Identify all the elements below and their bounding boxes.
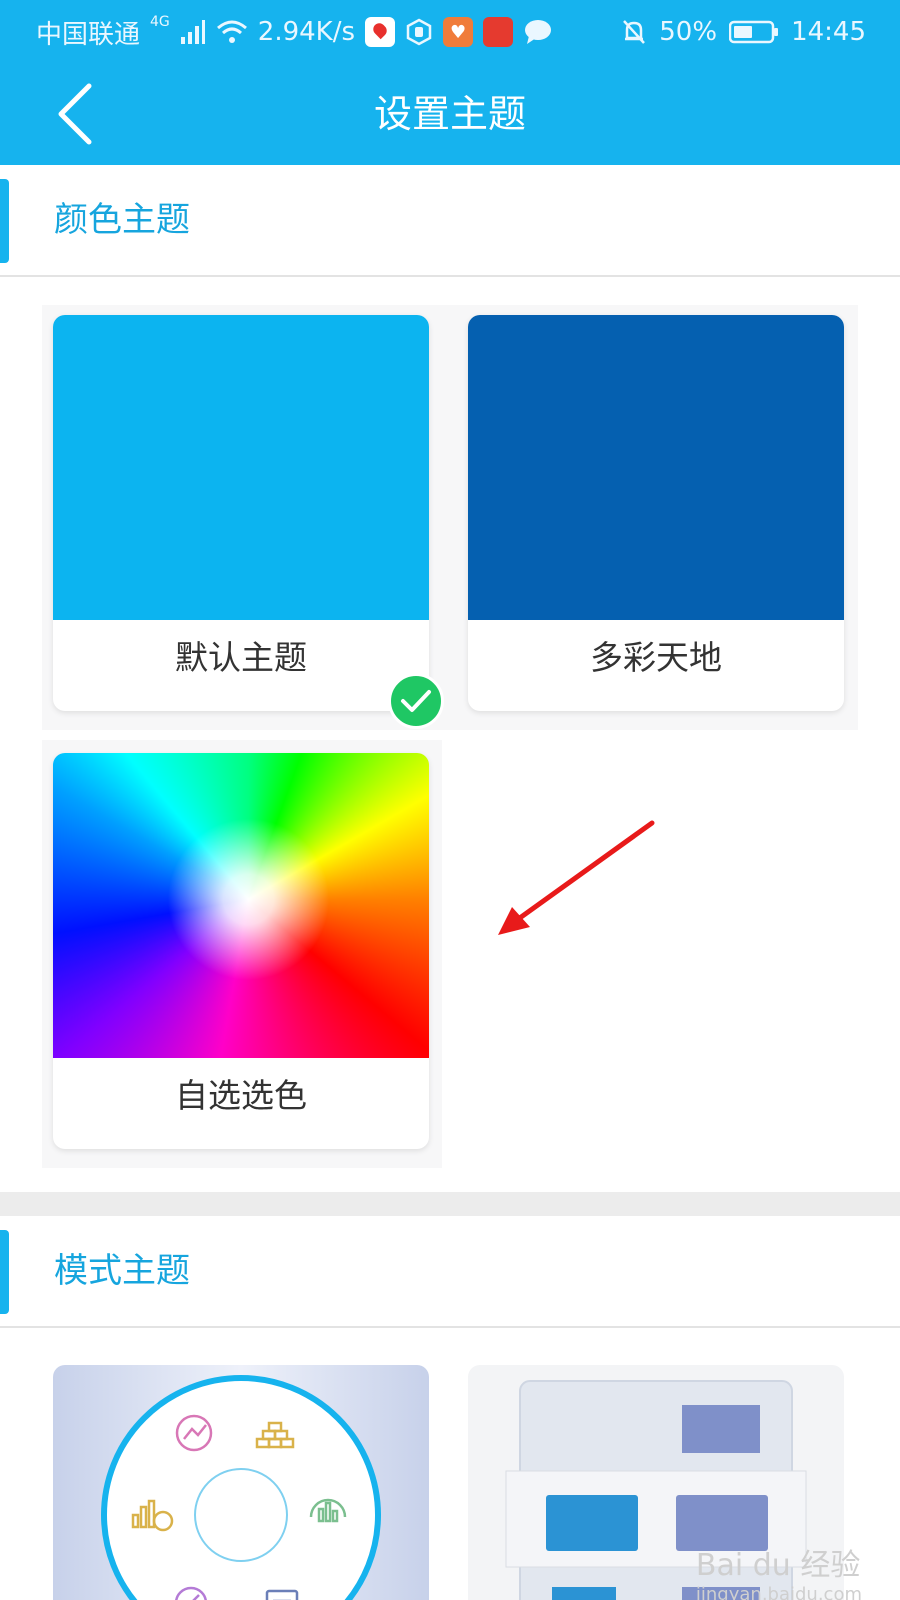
theme-card-default[interactable]: 默认主题 [53,315,429,711]
theme-card-colorful[interactable]: 多彩天地 [468,315,844,711]
selected-check-icon [388,673,444,729]
back-button[interactable] [40,74,110,154]
color-theme-section-title: 颜色主题 [54,200,190,240]
shopping-app-icon [483,17,514,47]
network-speed: 2.94K/s [257,17,356,47]
section-accent-bar [0,179,9,263]
mute-bell-icon [621,18,647,46]
status-left: 中国联通 4G 2.94K/s ♥ [36,14,553,50]
theme-swatch-default [53,315,429,620]
theme-swatch-custom-color [53,753,429,1058]
section-divider [0,1192,900,1216]
watermark-brand: Bai du 经验 [695,1548,861,1583]
message-icon [523,19,553,45]
theme-label-custom-color: 自选选色 [175,1076,307,1115]
battery-percent: 50% [659,17,718,47]
theme-swatch-colorful [468,315,844,620]
mode-theme-section-title: 模式主题 [54,1251,190,1291]
network-type: 4G [150,14,170,30]
baidu-watermark: Bai du 经验 jingyan.baidu.com [696,1540,862,1600]
status-bar: 中国联通 4G 2.94K/s ♥ 50% 14:45 [0,0,900,64]
map-app-icon [365,17,396,47]
mode-theme-section-header: 模式主题 [0,1216,900,1328]
wifi-icon [216,19,248,45]
theme-label-colorful: 多彩天地 [590,638,722,677]
watermark-url: jingyan.baidu.com [695,1584,862,1600]
top-bar: 中国联通 4G 2.94K/s ♥ 50% 14:45 设置主题 [0,0,900,165]
battery-icon [729,19,779,45]
health-app-icon: ♥ [443,17,474,47]
chevron-left-icon [58,83,92,145]
clock: 14:45 [791,17,866,47]
title-bar: 设置主题 [0,64,900,165]
status-right: 50% 14:45 [621,14,866,50]
circular-menu-preview [101,1375,381,1600]
section-accent-bar [0,1230,9,1314]
theme-card-custom-color[interactable]: 自选选色 [53,753,429,1149]
mode-theme-card-circular[interactable] [53,1365,429,1600]
color-theme-section-header: 颜色主题 [0,165,900,277]
shield-app-icon [405,18,433,46]
page-title: 设置主题 [373,92,526,136]
carrier-text: 中国联通 [36,19,141,50]
theme-label-default: 默认主题 [175,638,307,677]
signal-icon [180,19,206,45]
annotation-arrow-icon [498,820,655,935]
theme-settings-screen: 中国联通 4G 2.94K/s ♥ 50% 14:45 设置主题 颜色主题 默认… [0,0,900,1600]
